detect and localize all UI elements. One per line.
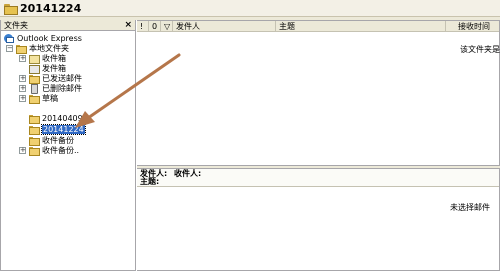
expand-toggle[interactable]: +: [19, 74, 26, 82]
folder-icon: [29, 125, 40, 135]
tree-item-20140409[interactable]: 20140409: [29, 113, 83, 124]
folder-pane-title: 文件夹: [4, 20, 28, 30]
expand-toggle[interactable]: +: [19, 94, 26, 102]
message-list: ! 0 ▽ 发件人 主题 接收时间 该文件夹是: [137, 20, 500, 166]
local-folders-icon: [16, 44, 27, 54]
collapse-toggle[interactable]: −: [6, 44, 13, 52]
expand-toggle[interactable]: +: [19, 84, 26, 92]
tree-item-label: Outlook Express: [17, 33, 82, 43]
preview-subject-label: 主题:: [140, 177, 160, 186]
tree-item-inbox-backup[interactable]: 收件备份: [29, 135, 74, 146]
tree-item-20141224[interactable]: 20141224: [29, 123, 86, 135]
tree-item-label: 收件备份..: [42, 145, 80, 155]
empty-folder-message: 该文件夹是: [460, 45, 500, 54]
tree-item-sent-items[interactable]: + 已发送邮件: [19, 73, 82, 84]
folder-pane-header: 文件夹 ×: [1, 20, 135, 31]
no-message-selected-text: 未选择邮件: [450, 203, 490, 212]
expand-toggle[interactable]: +: [19, 146, 26, 154]
close-folder-pane-icon[interactable]: ×: [124, 20, 132, 30]
folder-icon: [29, 114, 40, 124]
folder-icon: [4, 3, 18, 15]
tree-item-outlook-express[interactable]: Outlook Express: [4, 33, 82, 43]
tree-item-label-selected: 20141224: [41, 123, 86, 135]
inbox-icon: [29, 54, 40, 64]
sent-items-icon: [29, 74, 40, 84]
deleted-items-icon: [29, 83, 39, 94]
drafts-icon: [29, 94, 40, 104]
folder-icon: [29, 146, 40, 156]
window-title: 20141224: [20, 1, 82, 15]
tree-item-outbox[interactable]: 发件箱: [29, 63, 66, 74]
preview-header: 发件人: 收件人: 主题:: [137, 169, 499, 187]
outlook-express-icon: [4, 33, 14, 43]
tree-item-deleted-items[interactable]: + 已删除邮件: [19, 83, 82, 94]
attachment-column-header[interactable]: 0: [149, 21, 161, 32]
expand-toggle[interactable]: +: [19, 54, 26, 62]
subject-column-header[interactable]: 主题: [276, 21, 446, 32]
folder-tree: Outlook Express − 本地文件夹 + 收件箱 发件箱 + 已发送邮…: [1, 31, 135, 156]
tree-item-local-folders[interactable]: − 本地文件夹: [6, 43, 69, 54]
window-titlebar: 20141224: [0, 0, 500, 17]
folder-pane: 文件夹 × Outlook Express − 本地文件夹 + 收件箱 发件箱 …: [0, 20, 136, 271]
folder-icon: [29, 136, 40, 146]
priority-column-header[interactable]: !: [137, 21, 149, 32]
message-list-header: ! 0 ▽ 发件人 主题 接收时间: [137, 21, 499, 32]
from-column-header[interactable]: 发件人: [173, 21, 276, 32]
preview-to-label: 收件人:: [174, 169, 202, 178]
tree-item-label: 草稿: [42, 93, 58, 103]
tree-item-inbox[interactable]: + 收件箱: [19, 53, 66, 64]
outbox-icon: [29, 64, 40, 74]
flag-column-header[interactable]: ▽: [161, 21, 173, 32]
tree-item-drafts[interactable]: + 草稿: [19, 93, 58, 104]
preview-pane: 发件人: 收件人: 主题: 未选择邮件: [137, 168, 500, 271]
received-column-header[interactable]: 接收时间: [446, 21, 500, 32]
tree-item-label: 20140409: [42, 113, 83, 123]
tree-item-inbox-backup-2[interactable]: + 收件备份..: [19, 145, 80, 156]
